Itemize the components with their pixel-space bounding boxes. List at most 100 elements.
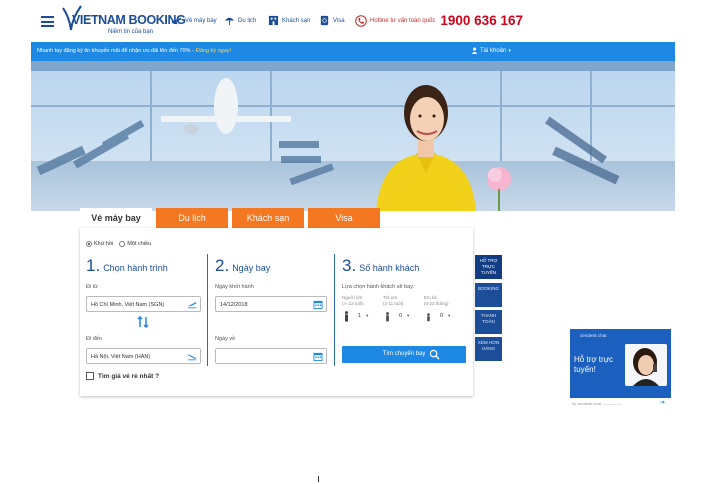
promo-signup-link[interactable]: Đăng ký ngay! [196,48,231,54]
column-divider [334,254,335,366]
infant-label: Em bé [424,295,438,300]
to-airport-value: Hà Nội, Việt Nam (HAN) [91,354,151,360]
return-date-field[interactable] [215,348,327,364]
child-age: (2-11 tuổi) [383,301,404,306]
nav-tours[interactable]: Du lịch [224,15,256,26]
to-label: Đi đến [86,336,102,342]
nav-hotels[interactable]: Khách sạn [268,15,310,26]
depart-date-value: 14/12/2018 [220,302,248,308]
hotline-number[interactable]: 1900 636 167 [440,13,523,28]
promo-text: Nhanh tay đăng ký tin khuyến mãi để nhận… [37,48,194,54]
child-chevron-icon: ▾ [407,313,410,318]
chat-footer: by zendesk chat ————— ➔ [572,400,665,406]
plane-takeoff-icon [187,302,197,309]
brand-name: VIETNAM BOOKING [72,13,186,27]
depart-date-field[interactable]: 14/12/2018 [215,296,327,312]
infant-count: 0 [440,313,444,319]
cheapest-fare-label: Tìm giá vé rẻ nhất ? [98,372,160,380]
nav-visa[interactable]: Visa [319,15,345,26]
calendar-icon [313,352,323,361]
from-airport-field[interactable]: Hồ Chí Minh, Việt Nam (SGN) [86,296,201,312]
step2-title: Ngày bay [232,263,271,273]
chat-footer-text: by zendesk chat ————— [572,401,623,406]
side-tab-view-orders[interactable]: XEM HƠN HÀNG [475,337,502,361]
step-itinerary: 1. Chọn hành trình Đi từ Hồ Chí Minh, Vi… [86,254,201,366]
child-count: 0 [399,313,403,319]
plane-landing-icon [187,354,197,361]
text-cursor [318,476,319,482]
nav-tours-label: Du lịch [238,17,257,24]
hotline[interactable]: Hotline tư vấn toàn quốc 1900 636 167 [355,13,523,28]
step3-heading: 3. Số hành khách [342,256,419,276]
user-icon [471,47,478,54]
trip-type-selector: Khứ hồi Một chiều [86,241,151,247]
plane-icon [171,17,182,25]
tab-visa[interactable]: Visa [308,208,380,228]
adult-label: Người lớn [342,295,363,300]
hotel-icon [268,15,279,26]
infant-chevron-icon: ▾ [448,313,451,318]
chevron-down-icon: ▾ [508,47,511,54]
airport-hero-image [31,61,675,211]
chat-title-line1: Hỗ trợ trực [574,355,614,364]
cheapest-fare-checkbox[interactable] [86,372,94,380]
passport-icon [320,15,329,26]
side-tab-online-support[interactable]: HỖ TRỢ TRỰC TUYẾN [475,255,502,279]
tab-hotels[interactable]: Khách sạn [232,208,304,228]
passenger-prompt: Lựa chọn hành khách sẽ bay: [342,284,415,290]
chat-brand: zendesk chat [580,333,607,338]
beach-umbrella-icon [224,17,235,26]
account-label: Tài khoản [480,47,507,54]
search-icon [429,349,440,360]
child-label: Trẻ em [383,295,398,300]
side-tab-booking[interactable]: BOOKING [475,283,502,307]
from-airport-value: Hồ Chí Minh, Việt Nam (SGN) [91,302,165,308]
step-dates: 2. Ngày bay Ngày khởi hành 14/12/2018 Ng… [215,254,327,366]
nav-flights-label: Vé máy bay [185,17,217,24]
step1-number: 1. [86,256,101,275]
to-airport-field[interactable]: Hà Nội, Việt Nam (HAN) [86,348,201,364]
promo-message: Nhanh tay đăng ký tin khuyến mãi để nhận… [37,48,231,54]
chat-arrow-icon[interactable]: ➔ [660,399,665,406]
nav-flights[interactable]: Vé máy bay [171,15,217,26]
step1-heading: 1. Chọn hành trình [86,256,168,276]
cheapest-fare-option[interactable]: Tìm giá vé rẻ nhất ? [86,372,159,380]
site-logo[interactable]: VIETNAM BOOKING Niềm tin của bạn [60,5,186,37]
step1-title: Chọn hành trình [103,263,168,273]
adult-count: 1 [358,313,362,319]
site-header: VIETNAM BOOKING Niềm tin của bạn Vé máy … [0,0,720,42]
step2-heading: 2. Ngày bay [215,256,270,276]
one-way-radio[interactable] [119,241,126,247]
zendesk-chat-widget[interactable]: zendesk chat Hỗ trợ trực tuyến! [570,329,671,398]
search-flights-label: Tìm chuyến bay [382,351,426,357]
column-divider [207,254,208,366]
round-trip-label[interactable]: Khứ hồi [94,241,113,247]
adult-chevron-icon: ▾ [366,313,369,318]
hero-banner [31,61,675,211]
adult-person-icon [345,311,348,322]
round-trip-radio[interactable] [86,241,92,247]
promo-bar: Nhanh tay đăng ký tin khuyến mãi để nhận… [31,42,675,61]
flight-search-panel: Khứ hồi Một chiều 1. Chọn hành trình Đi … [80,228,473,396]
tab-flights[interactable]: Vé máy bay [80,208,152,228]
one-way-label[interactable]: Một chiều [127,241,151,247]
phone-icon [355,14,367,27]
side-tab-payment[interactable]: THANH TOÁN [475,310,502,334]
nav-visa-label: Visa [333,17,345,24]
tab-tours[interactable]: Du lịch [156,208,228,228]
account-menu[interactable]: Tài khoản ▾ [471,47,511,54]
infant-age: (0-23 tháng) [424,301,449,306]
infant-person-icon [427,313,430,322]
child-person-icon [386,312,389,322]
hotline-label: Hotline tư vấn toàn quốc [370,17,436,24]
adult-age: (>=12 tuổi) [342,301,364,306]
depart-date-label: Ngày khởi hành [215,284,254,290]
from-label: Đi từ [86,284,98,290]
calendar-icon [313,300,323,309]
step3-title: Số hành khách [359,263,420,273]
nav-hotels-label: Khách sạn [282,17,311,24]
search-flights-button[interactable]: Tìm chuyến bay [342,346,466,363]
swap-icon[interactable] [137,316,149,328]
menu-icon[interactable] [41,16,54,27]
step2-number: 2. [215,256,230,275]
